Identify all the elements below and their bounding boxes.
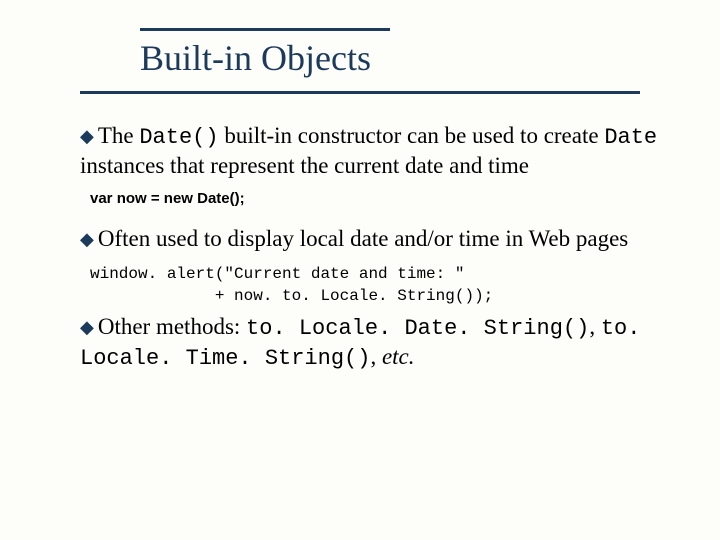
bullet-3-code-1: to. Locale. Date. String() [246, 316, 589, 341]
bullet-1-text-mid: built-in constructor can be used to crea… [219, 123, 605, 148]
diamond-bullet-icon: ◆ [80, 229, 94, 249]
slide: Built-in Objects ◆The Date() built-in co… [0, 0, 720, 422]
code-block-1: var now = new Date(); [90, 190, 670, 207]
bullet-3-etc: etc. [382, 344, 415, 369]
bullet-1-code-1: Date() [139, 125, 218, 150]
code-block-2-line-1: window. alert("Current date and time: " [90, 265, 464, 283]
slide-title: Built-in Objects [140, 37, 670, 79]
diamond-bullet-icon: ◆ [80, 317, 94, 337]
bullet-1: ◆The Date() built-in constructor can be … [80, 122, 670, 180]
bullet-3-comma-2: , [370, 344, 382, 369]
code-block-2: window. alert("Current date and time: " … [90, 264, 670, 307]
bullet-3-comma-1: , [589, 314, 601, 339]
bullet-1-text-post: instances that represent the current dat… [80, 153, 529, 178]
bullet-1-code-2: Date [604, 125, 657, 150]
title-rule-top [140, 28, 390, 31]
title-rule-bottom [80, 91, 640, 94]
diamond-bullet-icon: ◆ [80, 126, 94, 146]
bullet-2: ◆Often used to display local date and/or… [80, 225, 670, 254]
bullet-3: ◆Other methods: to. Locale. Date. String… [80, 313, 670, 372]
bullet-3-text-pre: Other methods: [98, 314, 246, 339]
bullet-1-text-pre: The [98, 123, 140, 148]
bullet-2-text: Often used to display local date and/or … [98, 226, 628, 251]
code-block-2-line-2: + now. to. Locale. String()); [90, 287, 493, 305]
